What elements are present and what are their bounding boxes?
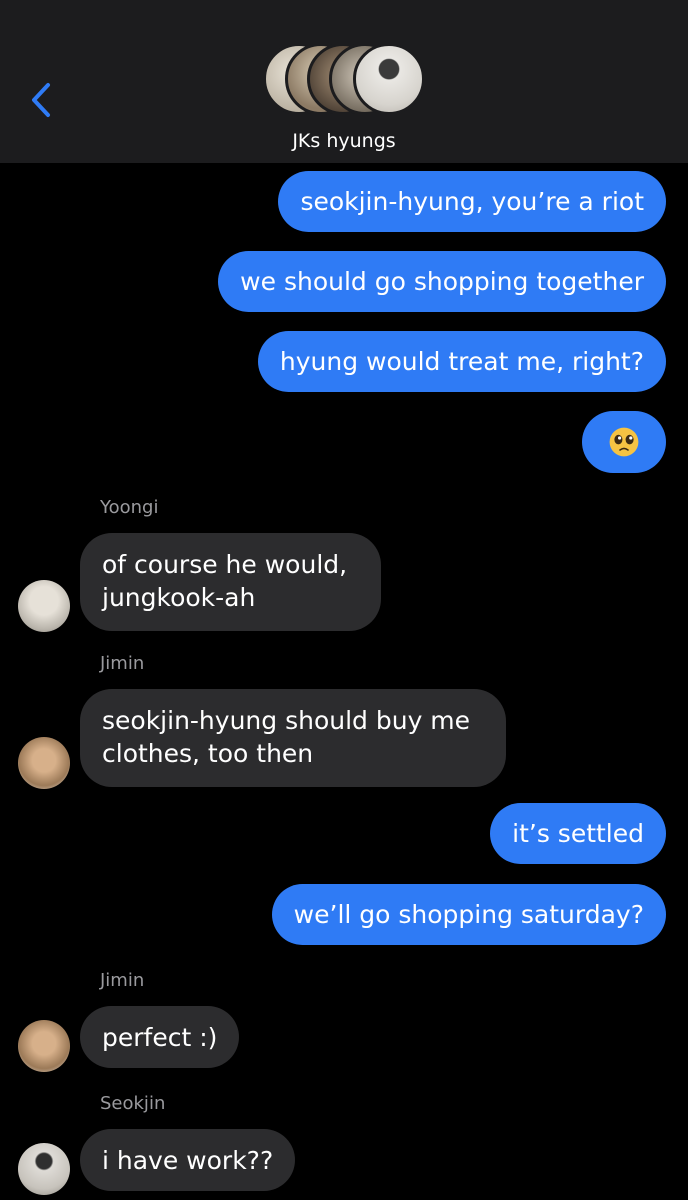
sender-avatar[interactable] (18, 737, 70, 789)
incoming-message[interactable]: i have work?? (80, 1129, 296, 1191)
sender-name: Jimin (100, 653, 145, 674)
group-name[interactable]: JKs hyungs (0, 130, 688, 152)
chat-header: JKs hyungs (0, 0, 688, 163)
incoming-message[interactable]: of course he would, jungkook-ah (80, 533, 381, 631)
message-text: we should go shopping together (240, 267, 644, 296)
sender-name: Seokjin (100, 1093, 166, 1114)
message-text: i have work?? (102, 1146, 274, 1175)
message-text-line: jungkook-ah (102, 583, 256, 612)
group-avatar-stack[interactable] (263, 43, 425, 115)
sender-avatar[interactable] (18, 1143, 70, 1195)
outgoing-message[interactable]: seokjin-hyung, you’re a riot (278, 171, 666, 232)
sender-avatar[interactable] (18, 1020, 70, 1072)
message-text: hyung would treat me, right? (279, 347, 644, 376)
pleading-face-emoji (609, 427, 639, 457)
incoming-message[interactable]: seokjin-hyung should buy me clothes, too… (80, 689, 506, 787)
message-text: seokjin-hyung, you’re a riot (300, 187, 644, 216)
message-text-line: seokjin-hyung should buy me (102, 706, 471, 735)
message-text: we’ll go shopping saturday? (293, 900, 644, 929)
outgoing-message[interactable]: we should go shopping together (218, 251, 666, 312)
incoming-message[interactable]: perfect :) (80, 1006, 240, 1068)
sender-name: Jimin (100, 970, 145, 991)
outgoing-emoji-message[interactable] (582, 411, 666, 473)
sender-avatar[interactable] (18, 580, 70, 632)
outgoing-message[interactable]: we’ll go shopping saturday? (271, 884, 666, 945)
message-text-line: clothes, too then (102, 739, 314, 768)
message-text: it’s settled (512, 819, 644, 848)
message-text-line: of course he would, (102, 550, 348, 579)
sender-name: Yoongi (100, 497, 159, 518)
member-avatar (353, 43, 425, 115)
outgoing-message[interactable]: it’s settled (490, 803, 666, 864)
message-text: perfect :) (102, 1023, 218, 1052)
chevron-left-icon[interactable] (26, 80, 56, 120)
outgoing-message[interactable]: hyung would treat me, right? (257, 331, 666, 392)
